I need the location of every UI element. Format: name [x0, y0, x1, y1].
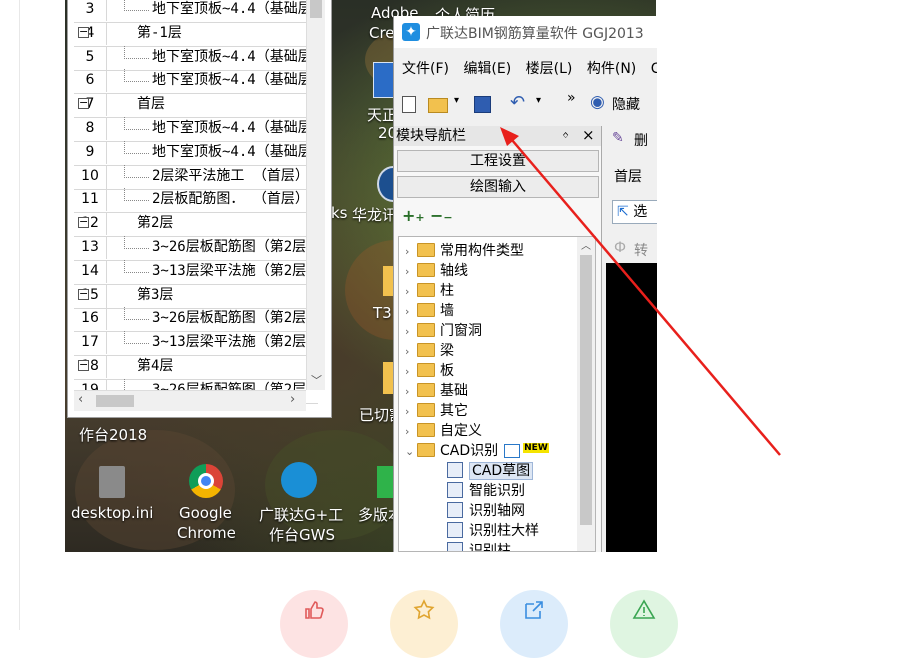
share-button[interactable]: [500, 590, 568, 658]
annotation-arrow: [500, 127, 781, 456]
warning-icon: [632, 599, 656, 619]
star-icon: [413, 599, 435, 620]
annotation-arrow-line: [511, 139, 781, 456]
like-button[interactable]: [280, 590, 348, 658]
report-button[interactable]: [610, 590, 678, 658]
favorite-button[interactable]: [390, 590, 458, 658]
share-icon: [525, 601, 543, 619]
thumbs-up-icon: [305, 601, 324, 619]
